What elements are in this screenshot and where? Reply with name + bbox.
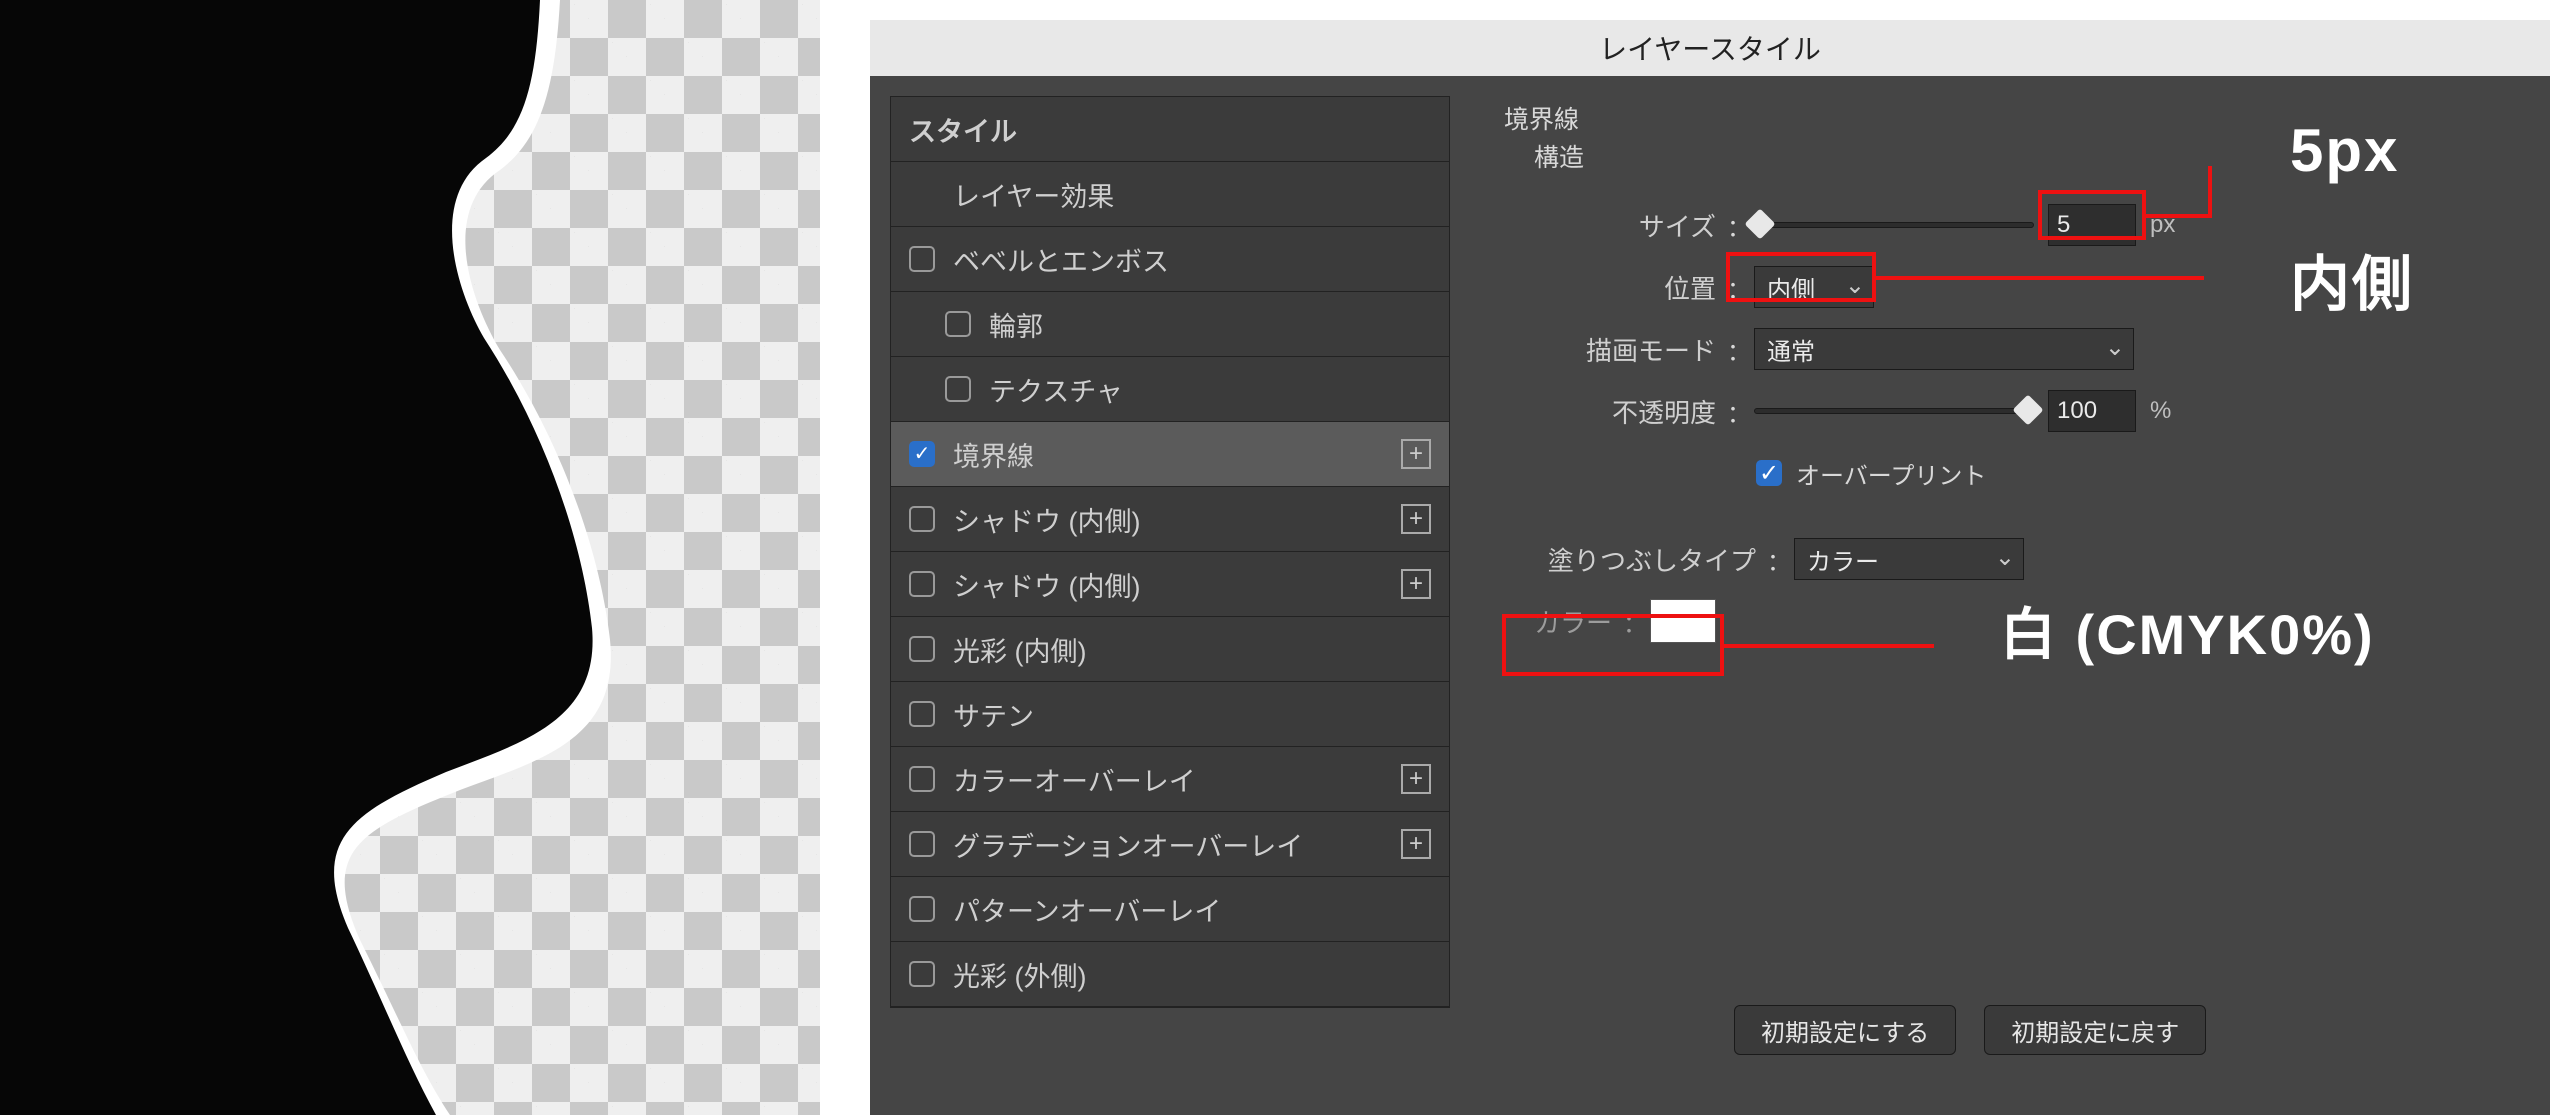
style-label: 境界線 xyxy=(953,435,1383,474)
style-label: カラーオーバーレイ xyxy=(953,760,1383,799)
style-row-3[interactable]: テクスチャ xyxy=(891,357,1449,422)
select-blend-mode[interactable]: 通常 xyxy=(1754,328,2134,370)
callout-line-color xyxy=(1724,644,1934,648)
slider-size[interactable] xyxy=(1754,222,2034,228)
style-row-5[interactable]: シャドウ (内側) + xyxy=(891,487,1449,552)
style-row-1[interactable]: ベベルとエンボス xyxy=(891,227,1449,292)
style-row-8[interactable]: サテン xyxy=(891,682,1449,747)
label-color: カラー xyxy=(1504,603,1620,640)
style-checkbox[interactable] xyxy=(945,311,971,337)
dialog-title: レイヤースタイル xyxy=(1599,28,1821,68)
style-row-2[interactable]: 輪郭 xyxy=(891,292,1449,357)
style-checkbox[interactable]: ✓ xyxy=(909,441,935,467)
style-checkbox[interactable] xyxy=(909,506,935,532)
annotation-color: 白 (CMYK0%) xyxy=(2000,590,2375,671)
style-label: パターンオーバーレイ xyxy=(953,890,1431,929)
label-overprint: オーバープリント xyxy=(1796,456,1986,491)
add-effect-icon[interactable]: + xyxy=(1401,504,1431,534)
style-row-4[interactable]: ✓ 境界線 + xyxy=(891,422,1449,487)
annotation-size: 5px xyxy=(2290,116,2399,185)
style-row-10[interactable]: グラデーションオーバーレイ + xyxy=(891,812,1449,877)
styles-list: スタイルレイヤー効果ベベルとエンボス輪郭テクスチャ ✓ 境界線 + シャドウ (内側) +… xyxy=(890,96,1450,1008)
button-reset-default[interactable]: 初期設定に戻す xyxy=(1984,1005,2206,1055)
silhouette-shape xyxy=(0,0,820,1115)
annotation-position: 内側 xyxy=(2290,236,2414,323)
styles-header-label: スタイル xyxy=(909,110,1431,149)
callout-line-size-v xyxy=(2208,166,2212,218)
label-size: サイズ xyxy=(1504,207,1724,244)
add-effect-icon[interactable]: + xyxy=(1401,439,1431,469)
style-checkbox[interactable] xyxy=(909,961,935,987)
add-effect-icon[interactable]: + xyxy=(1401,569,1431,599)
add-effect-icon[interactable]: + xyxy=(1401,829,1431,859)
checkbox-overprint[interactable]: ✓ オーバープリント xyxy=(1756,456,1986,491)
style-row-7[interactable]: 光彩 (内側) xyxy=(891,617,1449,682)
slider-opacity[interactable] xyxy=(1754,408,2034,414)
style-row-11[interactable]: パターンオーバーレイ xyxy=(891,877,1449,942)
style-label: シャドウ (内側) xyxy=(953,500,1383,539)
styles-header: スタイル xyxy=(891,97,1449,162)
color-swatch[interactable] xyxy=(1650,599,1716,643)
style-label: 光彩 (内側) xyxy=(953,630,1431,669)
label-blend-mode: 描画モード xyxy=(1504,331,1724,368)
label-position: 位置 xyxy=(1504,269,1724,306)
style-checkbox[interactable] xyxy=(909,831,935,857)
style-checkbox[interactable] xyxy=(909,246,935,272)
input-opacity[interactable] xyxy=(2048,390,2136,432)
style-label: ベベルとエンボス xyxy=(953,240,1431,279)
style-checkbox[interactable] xyxy=(909,766,935,792)
style-label: レイヤー効果 xyxy=(953,175,1431,214)
style-label: 輪郭 xyxy=(989,305,1431,344)
style-label: テクスチャ xyxy=(989,370,1431,409)
canvas-preview xyxy=(0,0,820,1115)
style-row-0[interactable]: レイヤー効果 xyxy=(891,162,1449,227)
button-make-default[interactable]: 初期設定にする xyxy=(1734,1005,1956,1055)
callout-line-size xyxy=(2146,214,2210,218)
style-label: シャドウ (内側) xyxy=(953,565,1383,604)
style-checkbox[interactable] xyxy=(909,896,935,922)
style-label: サテン xyxy=(953,695,1431,734)
style-row-6[interactable]: シャドウ (内側) + xyxy=(891,552,1449,617)
callout-line-position xyxy=(1876,276,2204,280)
style-checkbox[interactable] xyxy=(909,571,935,597)
input-size[interactable] xyxy=(2048,204,2136,246)
select-position[interactable]: 内側 xyxy=(1754,266,1874,308)
dialog-titlebar[interactable]: レイヤースタイル xyxy=(870,20,2550,76)
style-row-12[interactable]: 光彩 (外側) xyxy=(891,942,1449,1007)
style-row-9[interactable]: カラーオーバーレイ + xyxy=(891,747,1449,812)
style-checkbox[interactable] xyxy=(945,376,971,402)
style-label: 光彩 (外側) xyxy=(953,955,1431,994)
label-fill-type: 塗りつぶしタイプ xyxy=(1504,541,1764,578)
unit-opacity: % xyxy=(2150,397,2171,425)
style-checkbox[interactable] xyxy=(909,636,935,662)
style-label: グラデーションオーバーレイ xyxy=(953,825,1383,864)
select-fill-type[interactable]: カラー xyxy=(1794,538,2024,580)
style-checkbox[interactable] xyxy=(909,701,935,727)
add-effect-icon[interactable]: + xyxy=(1401,764,1431,794)
label-opacity: 不透明度 xyxy=(1504,393,1724,430)
